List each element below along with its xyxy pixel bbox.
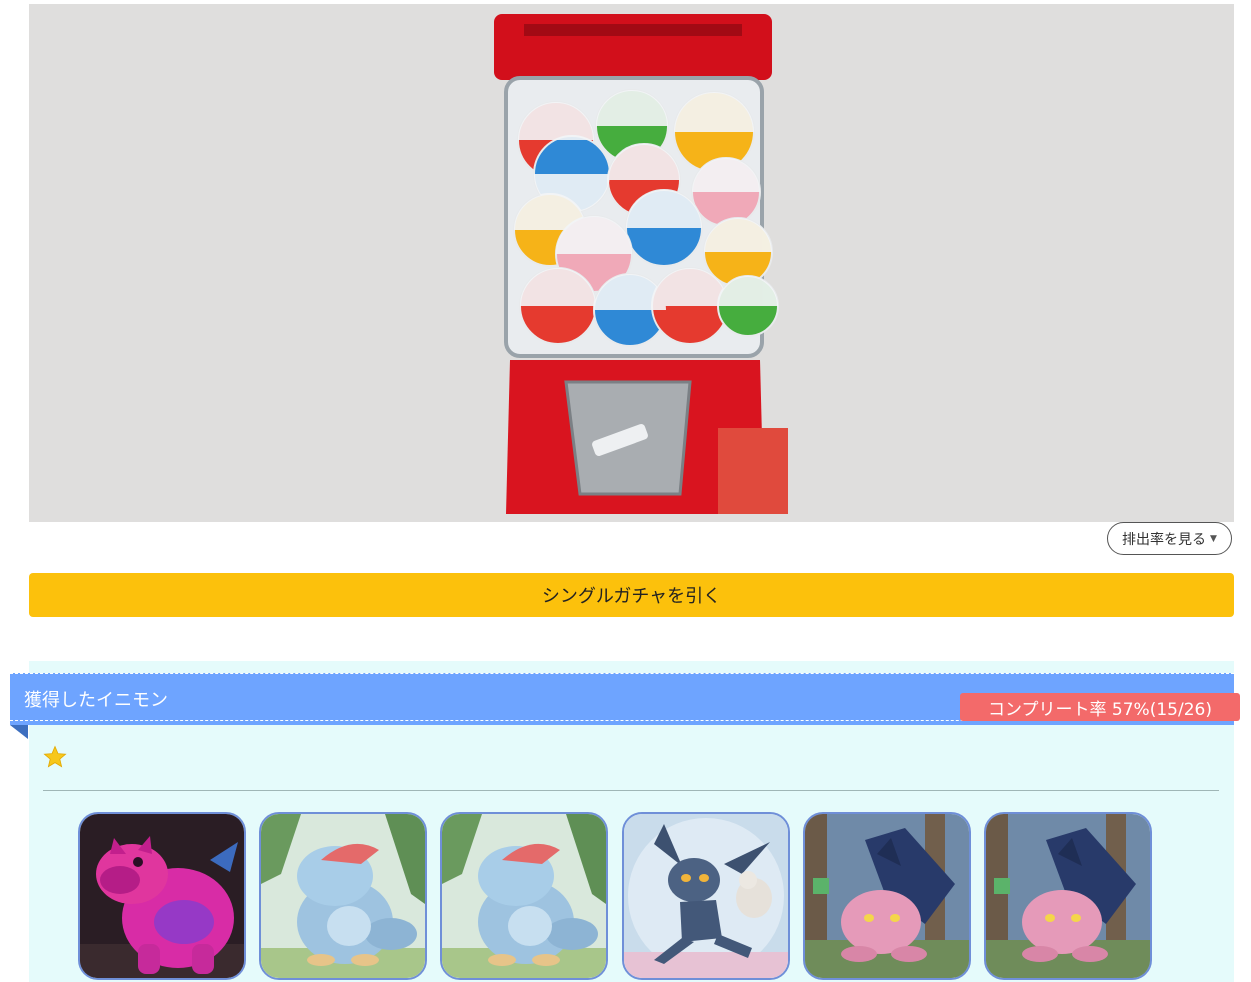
monster-card-1[interactable] <box>78 812 246 980</box>
gacha-machine-image <box>29 4 1234 522</box>
view-drop-rates-button[interactable]: 排出率を見る ▼ <box>1107 522 1232 555</box>
monster-card-6[interactable] <box>984 812 1152 980</box>
single-gacha-label: シングルガチャを引く <box>541 586 722 607</box>
drop-rates-label: 排出率を見る <box>1122 531 1207 548</box>
ribbon-fold <box>10 725 28 739</box>
complete-rate-badge: コンプリート率 57%(15/26) <box>960 693 1240 721</box>
monster-card-5[interactable] <box>803 812 971 980</box>
monster-card-2[interactable] <box>259 812 427 980</box>
monster-card-3[interactable] <box>440 812 608 980</box>
star-icon <box>43 745 67 768</box>
blue-dino-monster-image <box>261 814 425 978</box>
monster-card-4[interactable] <box>622 812 790 980</box>
dark-imp-monster-image <box>624 814 788 978</box>
pink-dragon-monster-image <box>986 814 1150 978</box>
blue-dino-monster-image <box>442 814 606 978</box>
single-gacha-button[interactable]: シングルガチャを引く <box>29 573 1234 617</box>
pink-dragon-monster-image <box>805 814 969 978</box>
collection-title: 獲得したイニモン <box>24 690 168 711</box>
rarity-divider <box>43 790 1219 791</box>
gachapon-machine-illustration <box>494 14 788 514</box>
caret-down-icon: ▼ <box>1210 533 1217 544</box>
magenta-beast-monster-image <box>80 814 244 978</box>
